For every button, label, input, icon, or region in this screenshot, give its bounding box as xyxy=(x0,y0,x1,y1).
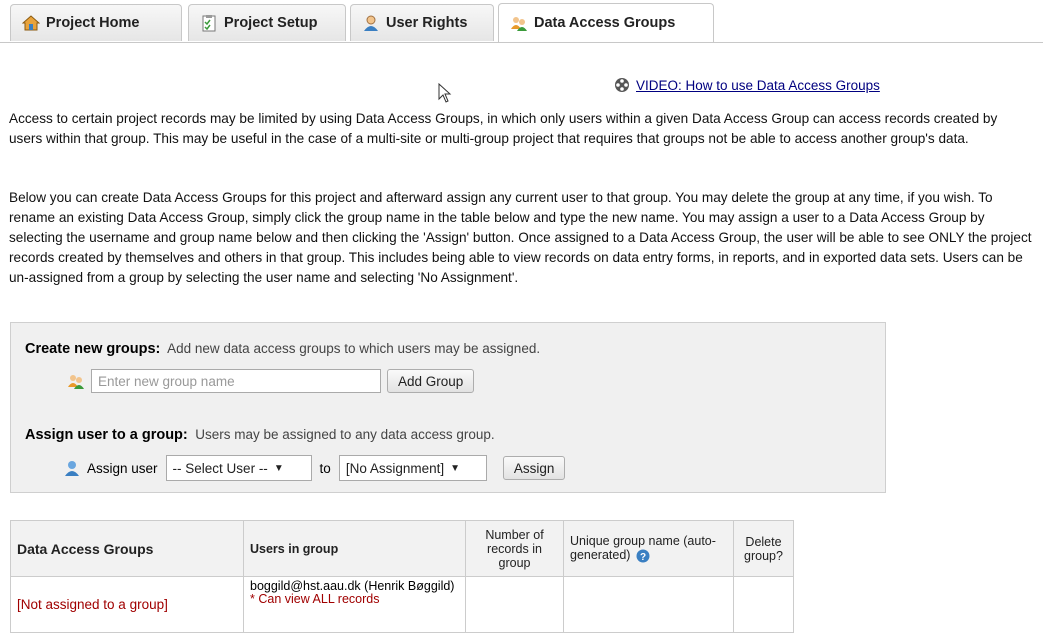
assign-user-label: Assign user xyxy=(87,460,158,476)
user-icon xyxy=(65,461,79,476)
create-group-row: Add Group xyxy=(67,369,475,393)
svg-text:?: ? xyxy=(640,552,646,563)
house-icon xyxy=(22,15,40,31)
user-select[interactable]: -- Select User -- ▼ xyxy=(165,455,312,481)
mouse-cursor-icon xyxy=(438,83,452,103)
tab-bar: Project Home Project Setup User Rights D… xyxy=(0,0,1043,43)
col-header-groups: Data Access Groups xyxy=(10,520,244,577)
chevron-down-icon: ▼ xyxy=(450,462,461,474)
group-icon xyxy=(68,375,84,389)
user-entry: boggild@hst.aau.dk (Henrik Bøggild) xyxy=(250,579,455,593)
delete-cell xyxy=(733,576,794,633)
assign-user-heading: Assign user to a group: xyxy=(25,427,188,443)
new-group-name-input[interactable] xyxy=(91,369,381,393)
video-help: VIDEO: How to use Data Access Groups xyxy=(614,77,880,93)
tab-label: Project Setup xyxy=(224,15,318,31)
group-select-value: [No Assignment] xyxy=(345,460,445,476)
video-link[interactable]: VIDEO: How to use Data Access Groups xyxy=(636,78,880,93)
checklist-icon xyxy=(202,15,216,32)
group-select[interactable]: [No Assignment] ▼ xyxy=(338,455,487,481)
help-icon[interactable]: ? xyxy=(636,549,650,563)
unique-name-cell xyxy=(563,576,734,633)
table-header-row: Data Access Groups Users in group Number… xyxy=(10,520,794,577)
tab-data-access-groups[interactable]: Data Access Groups xyxy=(498,3,714,42)
tab-label: Data Access Groups xyxy=(534,15,676,31)
film-reel-icon xyxy=(615,78,629,92)
assign-button[interactable]: Assign xyxy=(502,456,566,480)
col-header-users: Users in group xyxy=(243,520,466,577)
col-header-unique-name: Unique group name (auto-generated) ? xyxy=(563,520,734,577)
data-access-groups-table: Data Access Groups Users in group Number… xyxy=(10,520,794,633)
table-row: [Not assigned to a group] boggild@hst.aa… xyxy=(10,576,794,633)
tab-project-setup[interactable]: Project Setup xyxy=(188,4,346,41)
view-all-note: * Can view ALL records xyxy=(250,592,380,606)
col-header-delete: Delete group? xyxy=(733,520,794,577)
create-groups-header: Create new groups: Add new data access g… xyxy=(25,341,540,357)
assign-user-header: Assign user to a group: Users may be ass… xyxy=(25,427,495,443)
users-cell: boggild@hst.aau.dk (Henrik Bøggild) * Ca… xyxy=(243,576,466,633)
create-groups-heading: Create new groups: xyxy=(25,341,161,357)
assign-user-row: Assign user -- Select User -- ▼ to [No A… xyxy=(63,455,566,481)
user-select-value: -- Select User -- xyxy=(172,460,268,476)
col-header-records: Number of records in group xyxy=(465,520,564,577)
records-count-cell xyxy=(465,576,564,633)
tab-label: Project Home xyxy=(46,15,140,31)
group-management-panel: Create new groups: Add new data access g… xyxy=(10,322,886,493)
intro-text: Access to certain project records may be… xyxy=(9,111,998,146)
chevron-down-icon: ▼ xyxy=(273,462,284,474)
user-icon xyxy=(364,15,378,31)
add-group-button[interactable]: Add Group xyxy=(387,369,475,393)
group-name-cell[interactable]: [Not assigned to a group] xyxy=(10,576,244,633)
tab-user-rights[interactable]: User Rights xyxy=(350,4,494,41)
instructions-text: Below you can create Data Access Groups … xyxy=(9,190,1032,285)
to-label: to xyxy=(319,460,331,476)
tab-project-home[interactable]: Project Home xyxy=(10,4,182,41)
tab-label: User Rights xyxy=(386,15,468,31)
create-groups-description: Add new data access groups to which user… xyxy=(167,341,541,356)
assign-user-description: Users may be assigned to any data access… xyxy=(195,427,495,442)
group-icon xyxy=(511,17,527,31)
